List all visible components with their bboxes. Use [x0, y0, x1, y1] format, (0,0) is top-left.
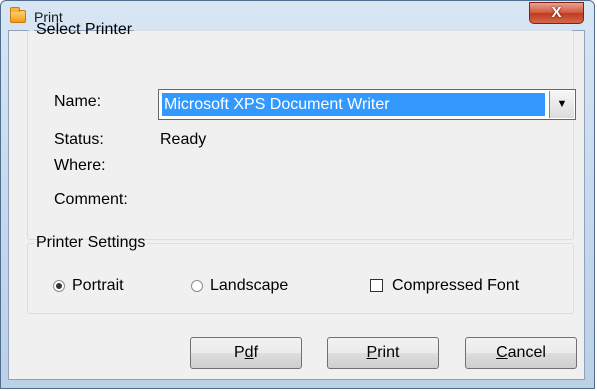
printer-settings-group: Printer Settings	[27, 234, 574, 314]
chevron-down-icon[interactable]: ▼	[549, 91, 574, 118]
select-printer-legend: Select Printer	[36, 21, 133, 38]
name-label: Name:	[54, 93, 102, 110]
landscape-radio[interactable]	[191, 280, 203, 292]
pdf-button[interactable]: Pdf	[190, 337, 302, 369]
print-button-label-post: rint	[377, 344, 400, 361]
comment-label: Comment:	[54, 191, 128, 208]
portrait-label[interactable]: Portrait	[72, 277, 124, 295]
status-value: Ready	[160, 131, 207, 148]
compressed-font-label[interactable]: Compressed Font	[392, 277, 519, 295]
cancel-button[interactable]: Cancel	[465, 337, 577, 369]
print-button[interactable]: Print	[327, 337, 439, 369]
portrait-radio[interactable]	[53, 280, 65, 292]
printer-name-dropdown[interactable]: Microsoft XPS Document Writer ▼	[158, 89, 576, 120]
pdf-button-label-post: f	[253, 344, 259, 361]
compressed-font-checkbox[interactable]	[370, 279, 383, 292]
pdf-button-mnemonic: d	[244, 344, 254, 361]
printer-name-value: Microsoft XPS Document Writer	[161, 92, 546, 117]
print-button-mnemonic: P	[366, 344, 378, 361]
where-label: Where:	[54, 157, 106, 174]
cancel-button-mnemonic: C	[496, 344, 508, 361]
cancel-button-label-post: ancel	[507, 344, 546, 361]
folder-icon	[10, 7, 26, 23]
printer-settings-legend: Printer Settings	[36, 234, 146, 251]
status-label: Status:	[54, 131, 104, 148]
landscape-label[interactable]: Landscape	[210, 277, 288, 295]
pdf-button-label-pre: P	[233, 344, 245, 361]
